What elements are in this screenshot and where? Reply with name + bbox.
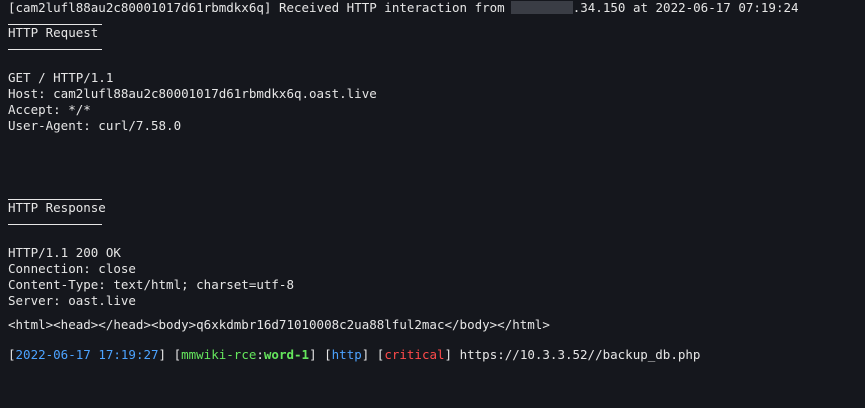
- result-timestamp: 2022-06-17 17:19:27: [15, 347, 159, 362]
- header-text: Received HTTP interaction from: [278, 0, 505, 15]
- terminal-output: [cam2lufl88au2c80001017d61rbmdkx6q] Rece…: [8, 0, 861, 363]
- response-line: Server: oast.live: [8, 293, 136, 308]
- severity-badge: critical: [384, 347, 445, 362]
- request-section-title: HTTP Request: [8, 25, 99, 40]
- header-at: at: [632, 0, 648, 15]
- request-line: GET / HTTP/1.1: [8, 70, 114, 85]
- redacted-ip-block: [510, 1, 573, 14]
- request-line: Accept: */*: [8, 102, 91, 117]
- matcher-name: word-1: [263, 347, 310, 362]
- response-line: HTTP/1.1 200 OK: [8, 245, 121, 260]
- divider: [8, 224, 102, 225]
- response-section-title: HTTP Response: [8, 200, 106, 215]
- request-line: User-Agent: curl/7.58.0: [8, 118, 182, 133]
- result-line: [2022-06-17 17:19:27] [mmwiki-rce:word-1…: [8, 347, 701, 362]
- request-line: Host: cam2lufl88au2c80001017d61rbmdkx6q.…: [8, 86, 377, 101]
- divider: [8, 49, 102, 50]
- result-url[interactable]: https://10.3.3.52//backup_db.php: [460, 347, 701, 362]
- ip-suffix: .34.150: [572, 0, 626, 15]
- response-line: Connection: close: [8, 261, 136, 276]
- response-block: HTTP/1.1 200 OK Connection: close Conten…: [8, 245, 861, 309]
- protocol-badge: http: [331, 347, 362, 362]
- request-block: GET / HTTP/1.1 Host: cam2lufl88au2c80001…: [8, 70, 861, 134]
- response-line: Content-Type: text/html; charset=utf-8: [8, 277, 294, 292]
- interaction-id: [cam2lufl88au2c80001017d61rbmdkx6q]: [8, 0, 272, 15]
- interaction-header: [cam2lufl88au2c80001017d61rbmdkx6q] Rece…: [8, 0, 861, 16]
- response-body: <html><head></head><body>q6xkdmbr16d7101…: [8, 317, 550, 332]
- header-timestamp: 2022-06-17 07:19:24: [655, 0, 799, 15]
- template-name: mmwiki-rce: [181, 347, 257, 362]
